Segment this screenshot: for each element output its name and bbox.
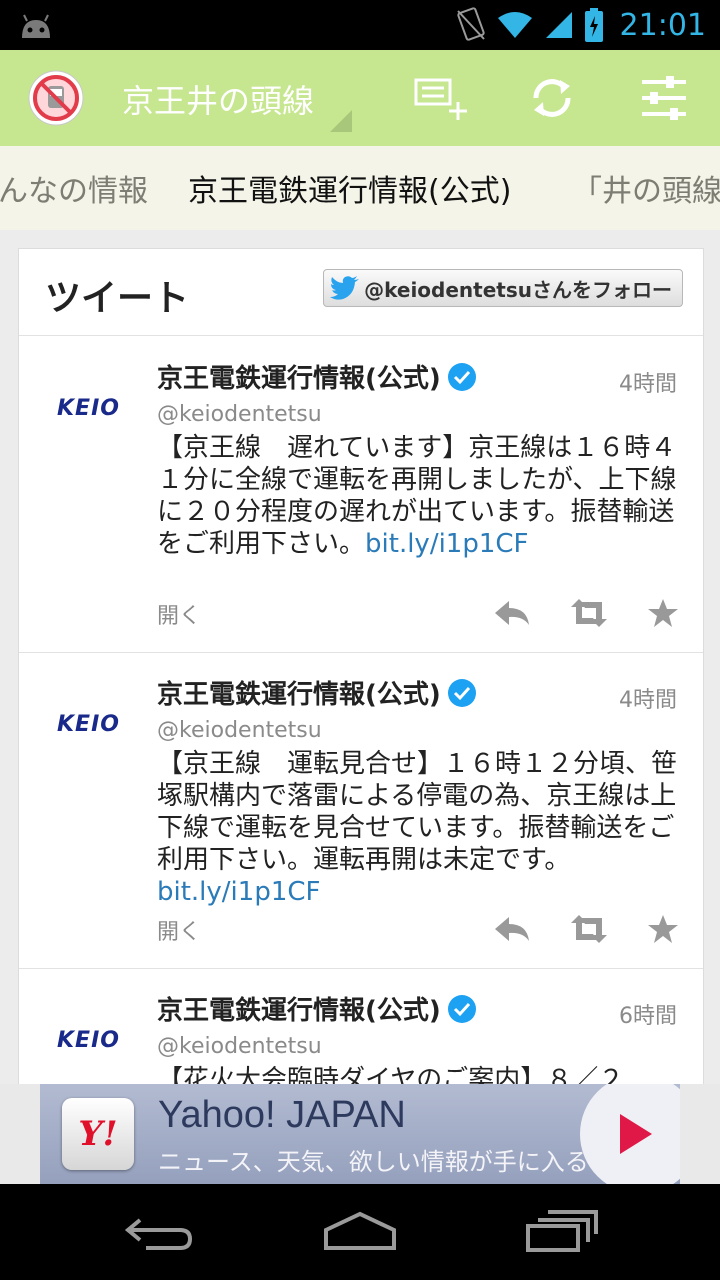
back-icon[interactable] bbox=[124, 1208, 196, 1256]
navigation-bar bbox=[0, 1184, 720, 1280]
tweet-time[interactable]: 6時間 bbox=[619, 998, 677, 1030]
tweet-time[interactable]: 4時間 bbox=[619, 366, 677, 398]
tab-strip: んなの情報 京王電鉄運行情報(公式) 「井の頭線 bbox=[0, 146, 720, 230]
status-time: 21:01 bbox=[619, 7, 706, 43]
tab-inokashira[interactable]: 「井の頭線 bbox=[572, 166, 720, 210]
retweet-icon[interactable] bbox=[569, 914, 609, 944]
tweet-author[interactable]: 京王電鉄運行情報(公式) bbox=[157, 990, 477, 1027]
battery-charging-icon bbox=[584, 8, 603, 42]
recent-apps-icon[interactable] bbox=[524, 1208, 598, 1256]
play-icon bbox=[620, 1114, 652, 1154]
action-bar: 京王井の頭線 bbox=[0, 50, 720, 146]
android-icon bbox=[22, 14, 50, 38]
favorite-icon[interactable] bbox=[647, 914, 679, 944]
signal-icon bbox=[545, 12, 572, 38]
tab-keio-official[interactable]: 京王電鉄運行情報(公式) bbox=[188, 166, 511, 210]
tweet-handle[interactable]: @keiodentetsu bbox=[157, 402, 322, 427]
dropdown-indicator-icon[interactable] bbox=[330, 110, 352, 132]
author-name: 京王電鉄運行情報(公式) bbox=[157, 996, 441, 1026]
ad-title: Yahoo! JAPAN bbox=[158, 1094, 406, 1136]
add-list-button[interactable] bbox=[410, 70, 470, 126]
tweet-text: 【京王線 遅れています】京王線は１６時４１分に全線で運転を再開しましたが、上下線… bbox=[157, 432, 677, 560]
tweet-link[interactable]: bit.ly/i1p1CF bbox=[157, 877, 320, 907]
keio-logo: KEIO bbox=[57, 1028, 120, 1053]
keio-logo: KEIO bbox=[57, 712, 120, 737]
tweet-text: 【京王線 運転見合せ】１６時１２分頃、笹塚駅構内で落雷による停電の為、京王線は上… bbox=[157, 748, 677, 908]
favorite-icon[interactable] bbox=[647, 598, 679, 628]
reply-icon[interactable] bbox=[493, 599, 531, 627]
twitter-bird-icon bbox=[330, 276, 360, 300]
ad-banner[interactable]: Y! Yahoo! JAPAN ニュース、天気、欲しい情報が手に入る! bbox=[0, 1084, 720, 1184]
settings-sliders-icon bbox=[642, 76, 686, 120]
wifi-icon bbox=[497, 12, 532, 38]
no-sim-icon bbox=[456, 7, 485, 41]
refresh-icon bbox=[533, 79, 571, 117]
verified-badge-icon bbox=[447, 362, 476, 391]
settings-button[interactable] bbox=[634, 70, 694, 126]
verified-badge-icon bbox=[447, 678, 476, 707]
no-train-icon[interactable] bbox=[28, 70, 84, 126]
widget-header: ツイート @keiodentetsuさんをフォロー bbox=[19, 249, 703, 336]
tweet-text: 【花火大会臨時ダイヤのご案内】８／２ bbox=[157, 1064, 677, 1084]
tweet-body: 【花火大会臨時ダイヤのご案内】８／２ bbox=[157, 1065, 625, 1084]
expand-link[interactable]: 開く bbox=[157, 598, 201, 630]
follow-button[interactable]: @keiodentetsuさんをフォロー bbox=[323, 269, 683, 307]
reply-icon[interactable] bbox=[493, 915, 531, 943]
tab-community-info[interactable]: んなの情報 bbox=[0, 166, 148, 210]
tweet-actions bbox=[493, 914, 679, 944]
tweet-time[interactable]: 4時間 bbox=[619, 682, 677, 714]
tweet-actions bbox=[493, 598, 679, 628]
add-list-icon bbox=[414, 78, 467, 120]
tweet-item[interactable]: KEIO 京王電鉄運行情報(公式) 4時間 @keiodentetsu 【京王線… bbox=[19, 336, 703, 653]
tweet-link[interactable]: bit.ly/i1p1CF bbox=[365, 529, 528, 559]
tweet-author[interactable]: 京王電鉄運行情報(公式) bbox=[157, 674, 477, 711]
yahoo-logo-text: Y! bbox=[78, 1114, 118, 1154]
refresh-button[interactable] bbox=[522, 70, 582, 126]
tweet-widget: ツイート @keiodentetsuさんをフォロー KEIO 京王電鉄運行情報(… bbox=[18, 248, 704, 1084]
tweet-item[interactable]: KEIO 京王電鉄運行情報(公式) 4時間 @keiodentetsu 【京王線… bbox=[19, 652, 703, 969]
tweet-body: 【京王線 運転見合せ】１６時１２分頃、笹塚駅構内で落雷による停電の為、京王線は上… bbox=[157, 749, 678, 875]
verified-badge-icon bbox=[447, 994, 476, 1023]
expand-link[interactable]: 開く bbox=[157, 914, 201, 946]
content-area: ツイート @keiodentetsuさんをフォロー KEIO 京王電鉄運行情報(… bbox=[0, 230, 720, 1084]
ad-play-button[interactable] bbox=[580, 1084, 680, 1184]
retweet-icon[interactable] bbox=[569, 598, 609, 628]
widget-title: ツイート bbox=[45, 278, 190, 319]
tweet-handle[interactable]: @keiodentetsu bbox=[157, 718, 322, 743]
tweet-author[interactable]: 京王電鉄運行情報(公式) bbox=[157, 358, 477, 395]
author-name: 京王電鉄運行情報(公式) bbox=[157, 364, 441, 394]
tweet-handle[interactable]: @keiodentetsu bbox=[157, 1034, 322, 1059]
status-bar: 21:01 bbox=[0, 0, 720, 50]
home-icon[interactable] bbox=[322, 1208, 398, 1256]
tweet-item[interactable]: KEIO 京王電鉄運行情報(公式) 6時間 @keiodentetsu 【花火大… bbox=[19, 968, 703, 1084]
app-title[interactable]: 京王井の頭線 bbox=[122, 76, 314, 122]
follow-label: @keiodentetsuさんをフォロー bbox=[364, 277, 672, 302]
author-name: 京王電鉄運行情報(公式) bbox=[157, 680, 441, 710]
keio-logo: KEIO bbox=[57, 396, 120, 421]
ad-content[interactable]: Y! Yahoo! JAPAN ニュース、天気、欲しい情報が手に入る! bbox=[40, 1084, 680, 1184]
ad-subtitle: ニュース、天気、欲しい情報が手に入る! bbox=[158, 1148, 599, 1176]
yahoo-logo: Y! bbox=[62, 1098, 134, 1170]
